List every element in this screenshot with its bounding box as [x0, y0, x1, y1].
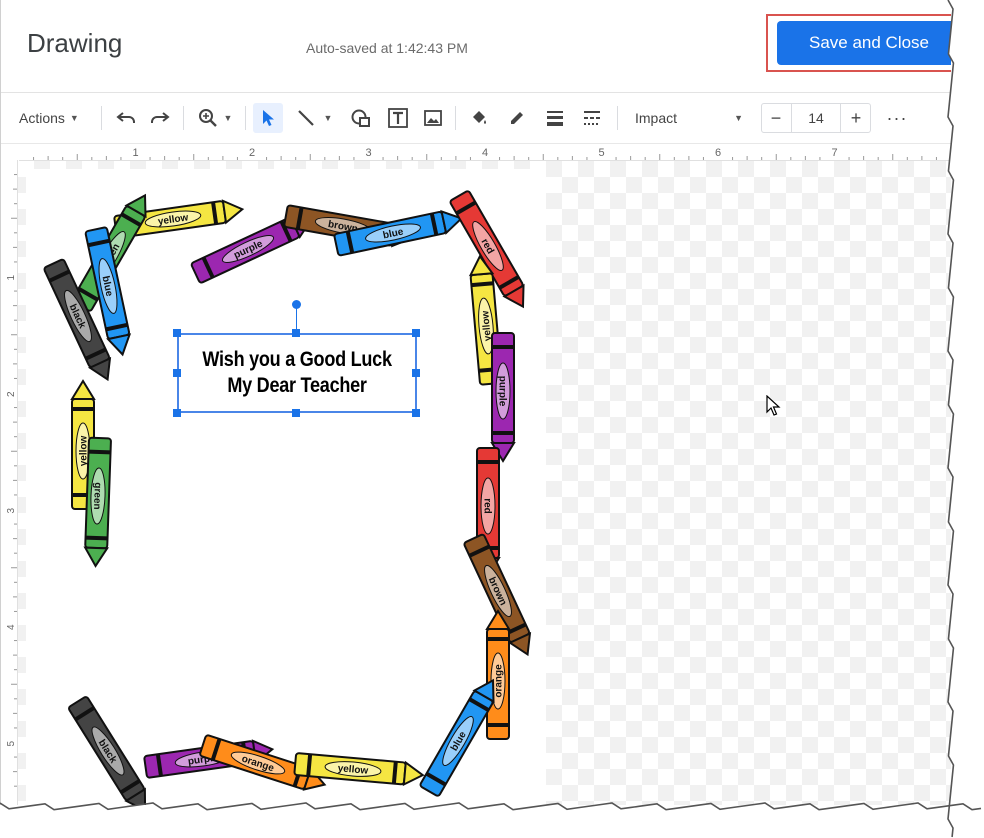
drawing-canvas[interactable]: yellowgreenpurplebrownblueredyellowpurpl… [18, 161, 951, 805]
toolbar-divider [455, 106, 456, 130]
dialog-title: Drawing [27, 28, 123, 58]
ruler-number: 7 [832, 147, 838, 159]
shape-icon [351, 109, 370, 127]
save-and-close-button[interactable]: Save and Close [777, 21, 951, 65]
autosave-status: Auto-saved at 1:42:43 PM [306, 40, 468, 56]
crayon: black [68, 696, 147, 805]
ruler-number: 5 [599, 147, 605, 159]
crayon: green [83, 436, 112, 568]
actions-label: Actions [19, 110, 65, 126]
resize-handle[interactable] [292, 329, 300, 337]
ruler-number: 2 [6, 391, 17, 397]
resize-handle[interactable] [173, 409, 181, 417]
select-tool-button[interactable] [253, 103, 283, 133]
fill-color-button[interactable] [465, 103, 493, 133]
horizontal-ruler: 1 2 3 4 5 6 7 [19, 144, 951, 161]
actions-menu[interactable]: Actions ▼ [19, 103, 79, 133]
resize-handle[interactable] [412, 369, 420, 377]
font-family-value: Impact [635, 110, 678, 126]
ruler-ticks: 1 2 3 4 5 [6, 174, 17, 787]
crayon: orange [485, 609, 511, 740]
fill-color-icon [473, 111, 486, 124]
select-icon [263, 110, 274, 126]
border-weight-icon [547, 111, 563, 126]
text-box-icon [388, 108, 408, 128]
text-box[interactable]: Wish you a Good Luck My Dear Teacher [177, 333, 417, 413]
ruler-number: 3 [366, 147, 372, 159]
undo-button[interactable] [113, 103, 139, 133]
zoom-icon [198, 109, 217, 127]
redo-button[interactable] [147, 103, 173, 133]
crayon-border-image[interactable]: yellowgreenpurplebrownblueredyellowpurpl… [18, 161, 951, 805]
border-color-icon [511, 112, 523, 124]
more-icon: ··· [886, 107, 908, 128]
line-icon [297, 110, 314, 126]
border-color-button[interactable] [503, 103, 531, 133]
toolbar-divider [183, 106, 184, 130]
more-options-button[interactable]: ··· [883, 103, 911, 133]
toolbar: Actions ▼ ▼ ▼ Impact ▼ − 14 + ··· [1, 93, 951, 144]
drawing-dialog: Drawing Auto-saved at 1:42:43 PM Save an… [0, 0, 951, 805]
ruler-number: 1 [133, 147, 139, 159]
text-box-button[interactable] [384, 103, 412, 133]
ruler-ticks: 1 2 3 4 5 6 7 [33, 147, 937, 160]
resize-handle[interactable] [412, 329, 420, 337]
crayon: purple [490, 332, 516, 463]
crayon-label: orange [494, 664, 505, 698]
shape-tool-button[interactable] [347, 103, 375, 133]
chevron-down-icon: ▼ [323, 113, 333, 123]
font-size-control: − 14 + [761, 103, 871, 133]
text-line: Wish you a Good Luck [202, 348, 392, 371]
chevron-down-icon: ▼ [223, 113, 233, 123]
increase-font-size-button[interactable]: + [842, 108, 870, 129]
ruler-number: 4 [482, 147, 488, 159]
line-tool-button[interactable]: ▼ [289, 103, 339, 133]
resize-handle[interactable] [292, 409, 300, 417]
torn-edge-right [947, 0, 984, 838]
redo-icon [151, 112, 170, 123]
border-dash-icon [584, 111, 600, 125]
ruler-number: 6 [715, 147, 721, 159]
crayon-label: purple [497, 376, 508, 407]
border-weight-button[interactable] [541, 103, 569, 133]
undo-icon [116, 112, 135, 123]
vertical-ruler: 1 2 3 4 5 [1, 160, 18, 805]
ruler-number: 5 [6, 741, 17, 747]
rotation-handle[interactable] [292, 300, 301, 309]
ruler-number: 3 [6, 508, 17, 514]
toolbar-divider [101, 106, 102, 130]
text-line: My Dear Teacher [227, 374, 367, 397]
image-button[interactable] [419, 103, 447, 133]
ruler-number: 1 [6, 275, 17, 281]
toolbar-divider [245, 106, 246, 130]
ruler-number: 2 [249, 147, 255, 159]
crayon-label: green [91, 482, 103, 510]
chevron-down-icon: ▼ [69, 113, 79, 123]
resize-handle[interactable] [173, 369, 181, 377]
font-size-input[interactable]: 14 [791, 104, 841, 132]
dialog-header: Drawing Auto-saved at 1:42:43 PM Save an… [1, 0, 951, 93]
mouse-cursor-icon [766, 395, 781, 416]
border-dash-button[interactable] [578, 103, 606, 133]
chevron-down-icon: ▼ [734, 113, 743, 123]
torn-edge-bottom [0, 802, 982, 811]
image-icon [424, 110, 442, 126]
decrease-font-size-button[interactable]: − [762, 108, 790, 129]
resize-handle[interactable] [412, 409, 420, 417]
crayon: blue [333, 209, 464, 257]
toolbar-divider [617, 106, 618, 130]
ruler-number: 4 [6, 624, 17, 630]
crayon-label: red [482, 498, 493, 514]
resize-handle[interactable] [173, 329, 181, 337]
zoom-button[interactable]: ▼ [193, 103, 237, 133]
font-family-menu[interactable]: Impact ▼ [629, 103, 749, 133]
